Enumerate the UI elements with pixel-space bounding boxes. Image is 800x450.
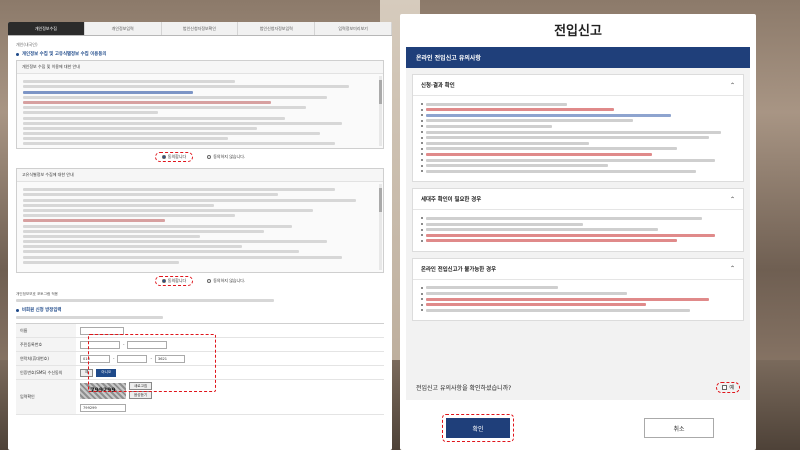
step-tab-4[interactable]: 법인신청자정보입력 (238, 22, 316, 35)
privacy-collection-box: 개인정보 수집 및 이용에 대한 안내 (16, 60, 384, 149)
privacy-collection-title: 개인정보 수집 및 이용에 대한 안내 (17, 61, 383, 74)
confirm-checkbox[interactable]: 예 (716, 381, 740, 393)
agree-label: 동의합니다 (167, 154, 187, 159)
step-tab-5[interactable]: 입력정보미리보기 (315, 22, 392, 35)
action-buttons: 확인 취소 (400, 410, 756, 446)
confirm-row: 전입신고 유의사항을 확인하셨습니까? 예 (406, 374, 750, 400)
confirm-check-label: 예 (729, 384, 734, 391)
phone-label: 연락처(휴대번호) (16, 352, 76, 366)
bullet-icon (16, 52, 19, 56)
confirm-question: 전입신고 유의사항을 확인하셨습니까? (416, 384, 512, 392)
auth-label: 인증번호(SMS) 수신동의 (16, 366, 76, 380)
cancel-button[interactable]: 취소 (644, 418, 714, 438)
scrollbar[interactable] (379, 184, 382, 270)
scrollbar[interactable] (379, 76, 382, 146)
step-tab-2[interactable]: 개인정보입력 (84, 22, 162, 35)
privacy-collection-text[interactable] (17, 74, 383, 148)
step-tabs: 개인정보수집 개인정보입력 법인신청자정보확인 법인신청자정보입력 입력정보미리… (8, 22, 392, 36)
accordion-header[interactable]: 세대주 확인이 필요한 경우 ⌃ (413, 189, 743, 211)
bullet-icon (16, 308, 19, 312)
radio-selected-icon (161, 155, 166, 159)
privacy-note: 개인정보보호 포토그램 적용 (16, 292, 58, 296)
chevron-up-icon: ⌃ (729, 265, 735, 273)
disagree-label: 동의하지 않습니다. (213, 154, 246, 159)
consent-section-heading: 개인정보 수집 및 고유식별정보 수집 이용동의 (16, 51, 384, 57)
step-tab-3[interactable]: 법인신청자정보확인 (161, 22, 239, 35)
highlight-applicant-fields (88, 334, 216, 392)
confirm-button[interactable]: 확인 (446, 418, 510, 438)
captcha-input[interactable]: 799299 (80, 404, 126, 413)
accordion-title: 신청·결과 확인 (421, 83, 455, 89)
radio-icon (207, 155, 212, 159)
accordion-title: 온라인 전입신고가 불가능한 경우 (421, 266, 497, 273)
name-label: 이름 (16, 324, 76, 338)
consent-section-title: 개인정보 수집 및 고유식별정보 수집 이용동의 (22, 52, 107, 57)
accordion-householder-check: 세대주 확인이 필요한 경우 ⌃ (412, 188, 744, 252)
personal-info-form-panel: 개인정보수집 개인정보입력 법인신청자정보확인 법인신청자정보입력 입력정보미리… (8, 22, 392, 450)
unique-id-box: 고유식별정보 수집에 대한 안내 (16, 168, 384, 273)
disagree-radio-1[interactable]: 동의하지 않습니다. (207, 154, 245, 160)
rrn-label: 주민등록번호 (16, 338, 76, 352)
captcha-audio-button[interactable]: 음성듣기 (129, 391, 153, 400)
consent-1-options: 동의합니다 동의하지 않습니다. (16, 152, 384, 162)
accordion-title: 세대주 확인이 필요한 경우 (421, 197, 482, 204)
form-section-heading: 비회원 신청 방정입력 (16, 307, 384, 313)
chevron-up-icon: ⌃ (729, 195, 735, 203)
accordion-apply-result: 신청·결과 확인 ⌃ (412, 74, 744, 183)
accordion-header[interactable]: 온라인 전입신고가 불가능한 경우 ⌃ (413, 259, 743, 280)
radio-icon (207, 279, 212, 283)
accordion-not-possible: 온라인 전입신고가 불가능한 경우 ⌃ (412, 257, 744, 322)
radio-selected-icon (161, 279, 166, 283)
unique-id-text[interactable] (17, 182, 383, 272)
captcha-label: 입력확인 (16, 380, 76, 415)
section-label: 개인(내국인) (16, 42, 38, 47)
chevron-up-icon: ⌃ (729, 81, 735, 89)
disagree-label: 동의하지 않습니다. (213, 278, 246, 283)
step-tab-1[interactable]: 개인정보수집 (8, 22, 85, 35)
disagree-radio-2[interactable]: 동의하지 않습니다. (207, 278, 245, 284)
agree-radio-2[interactable]: 동의합니다 (154, 276, 194, 286)
consent-2-options: 동의합니다 동의하지 않습니다. (16, 276, 384, 286)
confirm-highlight: 확인 (442, 414, 514, 442)
form-section-title: 비회원 신청 방정입력 (22, 308, 62, 314)
accordion-header[interactable]: 신청·결과 확인 ⌃ (413, 75, 743, 96)
unique-id-title: 고유식별정보 수집에 대한 안내 (17, 169, 383, 182)
notice-body: 신청·결과 확인 ⌃ 세대주 확인이 필요한 경우 ⌃ 온라인 전입신고가 불가… (406, 68, 750, 386)
agree-label: 동의합니다 (167, 278, 187, 283)
checkbox-icon (722, 384, 728, 390)
notice-header: 온라인 전입신고 유의사항 (406, 47, 750, 68)
agree-radio-1[interactable]: 동의합니다 (154, 152, 194, 162)
move-in-report-panel: 전입신고 온라인 전입신고 유의사항 신청·결과 확인 ⌃ 세대주 확인이 필요… (400, 14, 756, 450)
page-title: 전입신고 (554, 24, 602, 39)
